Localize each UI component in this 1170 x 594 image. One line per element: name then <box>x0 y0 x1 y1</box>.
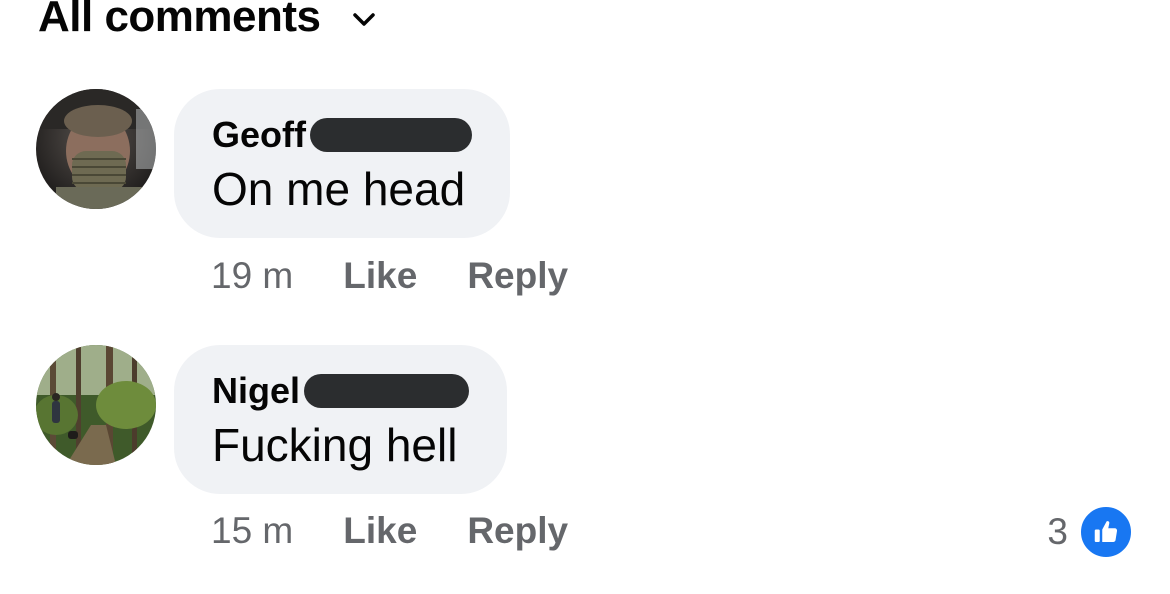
comment-author[interactable]: Geoff <box>212 114 306 156</box>
reply-button[interactable]: Reply <box>467 510 568 552</box>
comment-actions: 19 m Like Reply <box>211 255 568 297</box>
reaction-count: 3 <box>1047 511 1068 552</box>
redaction-bar <box>310 118 472 152</box>
comments-filter[interactable]: All comments <box>38 0 379 42</box>
thumbs-up-icon <box>1078 504 1134 560</box>
reaction-summary[interactable]: 3 <box>1047 504 1134 560</box>
comment-bubble: Nigel Fucking hell <box>174 345 507 494</box>
chevron-down-icon[interactable] <box>349 5 379 35</box>
redaction-bar <box>304 374 469 408</box>
section-title: All comments <box>38 0 321 41</box>
comment-actions: 15 m Like Reply <box>211 510 568 552</box>
comment-text: Fucking hell <box>212 419 458 471</box>
comment-timestamp[interactable]: 19 m <box>211 255 293 297</box>
avatar[interactable] <box>36 89 156 209</box>
comment-bubble: Geoff On me head <box>174 89 510 238</box>
like-button[interactable]: Like <box>343 255 417 297</box>
comment-author[interactable]: Nigel <box>212 370 300 412</box>
comment-text: On me head <box>212 163 466 215</box>
avatar[interactable] <box>36 345 156 465</box>
like-button[interactable]: Like <box>343 510 417 552</box>
comment-timestamp[interactable]: 15 m <box>211 510 293 552</box>
reply-button[interactable]: Reply <box>467 255 568 297</box>
